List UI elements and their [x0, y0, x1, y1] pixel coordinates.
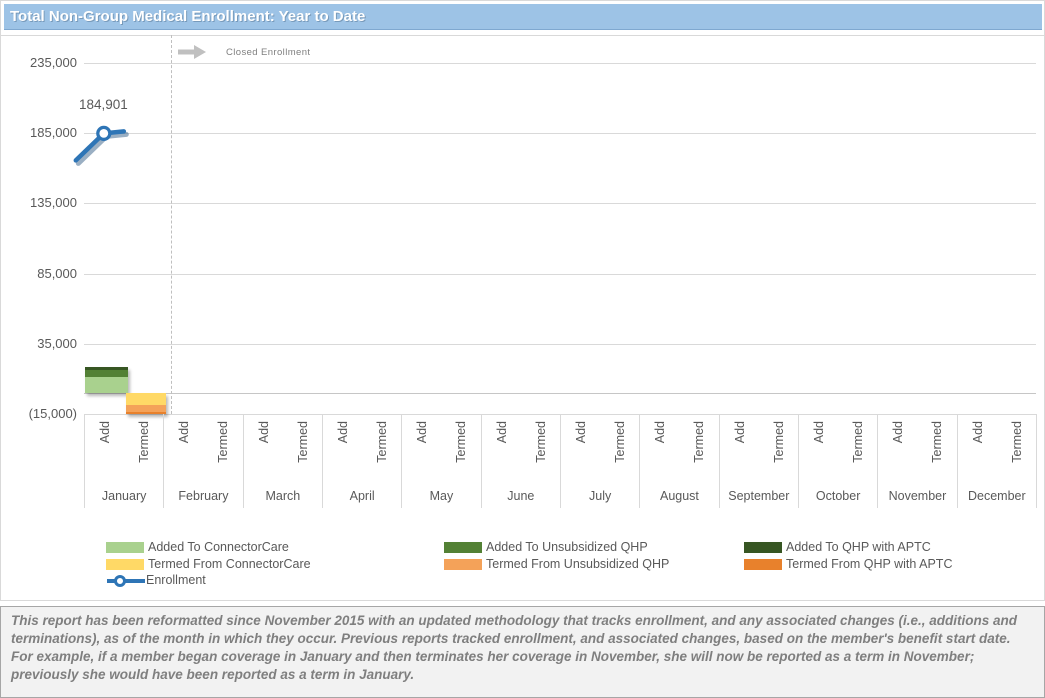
x-label-termed: Termed [772, 421, 787, 483]
month-label: June [482, 489, 560, 503]
x-label-termed: Termed [613, 421, 628, 483]
closed-enrollment-dashed-line [171, 35, 172, 414]
legend-label: Termed From ConnectorCare [148, 557, 311, 571]
month-label: November [878, 489, 956, 503]
x-label-termed: Termed [851, 421, 866, 483]
gridline [84, 63, 1036, 64]
closed-enrollment-label: Closed Enrollment [226, 47, 310, 58]
y-tick-label: 135,000 [1, 195, 77, 210]
methodology-note: This report has been reformatted since N… [0, 606, 1045, 698]
y-axis: 235,000185,000135,00085,00035,000(15,000… [1, 35, 77, 414]
x-label-add: Add [177, 421, 192, 483]
x-label-termed: Termed [375, 421, 390, 483]
x-label-termed: Termed [296, 421, 311, 483]
x-label-termed: Termed [216, 421, 231, 483]
y-tick-label: 235,000 [1, 55, 77, 70]
y-tick-label: 85,000 [1, 266, 77, 281]
month-group: Add Termed June [482, 414, 561, 508]
legend-item: Added To ConnectorCare [106, 539, 289, 553]
month-group: Add Termed July [561, 414, 640, 508]
chart-title: Total Non-Group Medical Enrollment: Year… [4, 4, 1042, 30]
right-arrow-icon [177, 44, 207, 60]
legend-item: Termed From Unsubsidized QHP [444, 556, 669, 570]
legend-swatch [444, 559, 482, 570]
legend-swatch [106, 542, 144, 553]
enrollment-line-marker-icon [106, 574, 146, 588]
legend-label: Added To ConnectorCare [148, 540, 289, 554]
y-tick-label: 35,000 [1, 336, 77, 351]
x-label-termed: Termed [930, 421, 945, 483]
month-group: Add Termed March [244, 414, 323, 508]
x-label-add: Add [812, 421, 827, 483]
x-axis: Add Termed January Add Termed February Add Term… [84, 414, 1036, 508]
legend-item: Added To QHP with APTC [744, 539, 931, 553]
x-label-add: Add [495, 421, 510, 483]
legend-item: Termed From ConnectorCare [106, 556, 311, 570]
month-label: July [561, 489, 639, 503]
x-label-termed: Termed [692, 421, 707, 483]
month-label: March [244, 489, 322, 503]
plot-area [84, 35, 1036, 414]
legend-label: Added To QHP with APTC [786, 540, 931, 554]
month-label: February [164, 489, 242, 503]
legend-label: Termed From Unsubsidized QHP [486, 557, 669, 571]
enrollment-line [84, 35, 1036, 414]
bar-segment-termed-from-connectorcare [126, 393, 166, 405]
month-label: October [799, 489, 877, 503]
month-label: April [323, 489, 401, 503]
x-label-add: Add [98, 421, 113, 483]
gridline [84, 344, 1036, 345]
x-label-termed: Termed [454, 421, 469, 483]
month-group: Add Termed April [323, 414, 402, 508]
y-tick-label: (15,000) [1, 406, 77, 421]
bar-segment-termed-from-unsubsidized-qhp [126, 405, 166, 412]
y-tick-label: 185,000 [1, 125, 77, 140]
month-group: Add Termed August [640, 414, 719, 508]
month-label: May [402, 489, 480, 503]
legend-label: Added To Unsubsidized QHP [486, 540, 648, 554]
month-group: Add Termed February [164, 414, 243, 508]
x-label-add: Add [336, 421, 351, 483]
termed-bar [126, 393, 166, 414]
legend-item: Termed From QHP with APTC [744, 556, 952, 570]
legend-swatch [444, 542, 482, 553]
month-group: Add Termed October [799, 414, 878, 508]
month-label: January [85, 489, 163, 503]
legend-swatch [744, 542, 782, 553]
x-label-add: Add [733, 421, 748, 483]
x-label-add: Add [574, 421, 589, 483]
month-group: Add Termed November [878, 414, 957, 508]
add-bar [85, 367, 128, 393]
x-axis-zero-line [84, 393, 1036, 394]
x-label-termed: Termed [137, 421, 152, 483]
month-group: Add Termed January [85, 414, 164, 508]
enrollment-data-label: 184,901 [79, 97, 128, 112]
legend-swatch [744, 559, 782, 570]
legend-label: Enrollment [146, 573, 206, 587]
legend-swatch [106, 559, 144, 570]
x-label-add: Add [415, 421, 430, 483]
enrollment-chart-card: Total Non-Group Medical Enrollment: Year… [0, 0, 1045, 601]
x-label-add: Add [891, 421, 906, 483]
month-group: Add Termed December [958, 414, 1037, 508]
month-group: Add Termed May [402, 414, 481, 508]
month-label: August [640, 489, 718, 503]
legend-label: Termed From QHP with APTC [786, 557, 952, 571]
gridline [84, 133, 1036, 134]
month-label: September [720, 489, 798, 503]
bar-segment-added-to-connectorcare [85, 377, 128, 392]
month-label: December [958, 489, 1036, 503]
x-label-add: Add [257, 421, 272, 483]
x-label-termed: Termed [1010, 421, 1025, 483]
legend-item: Added To Unsubsidized QHP [444, 539, 648, 553]
x-label-add: Add [653, 421, 668, 483]
x-label-termed: Termed [534, 421, 549, 483]
gridline [84, 203, 1036, 204]
month-group: Add Termed September [720, 414, 799, 508]
bar-segment-added-to-unsubsidized-qhp [85, 370, 128, 378]
legend-item: Enrollment [106, 572, 206, 586]
x-label-add: Add [971, 421, 986, 483]
gridline [84, 274, 1036, 275]
